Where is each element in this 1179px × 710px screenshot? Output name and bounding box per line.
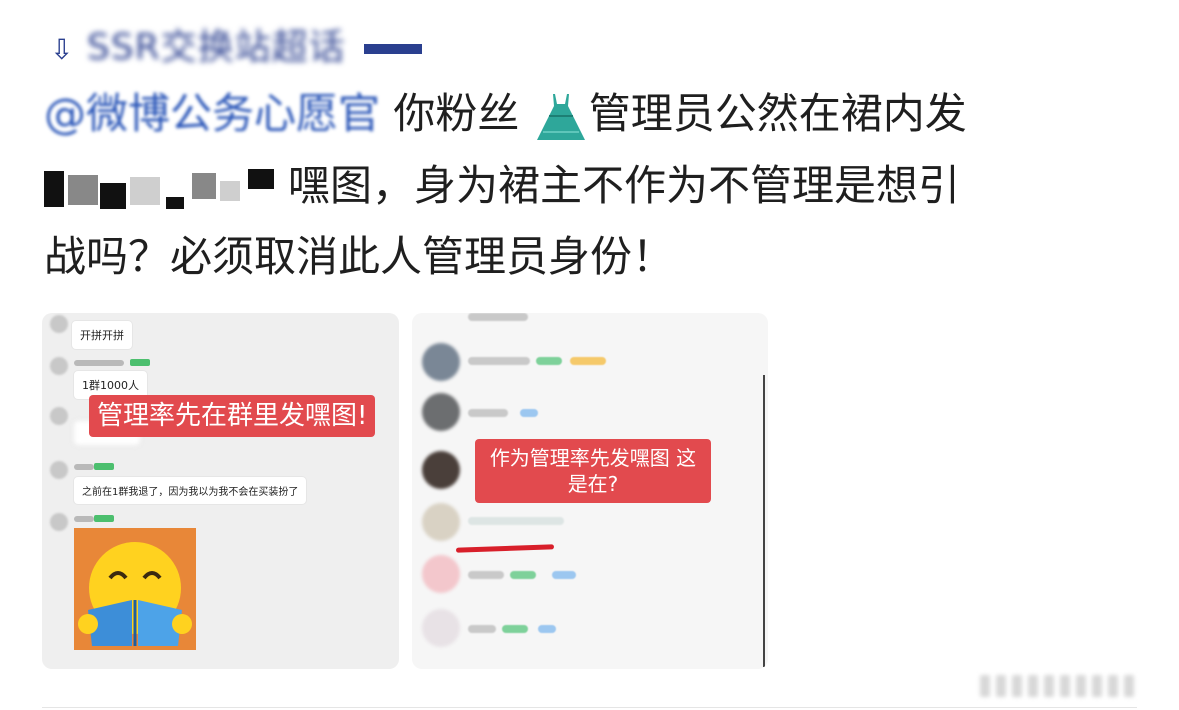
weibo-post: ⇩ SSR交换站超话 @微博公务心愿官 你粉丝 管理员公然在裙内发 嘿图，身为裙… (0, 0, 1179, 710)
watermark (980, 675, 1160, 699)
post-text-line-2: 嘿图，身为裙主不作为不管理是想引 (44, 158, 960, 214)
avatar (50, 357, 68, 375)
avatar (422, 609, 460, 647)
member-tag (536, 357, 562, 365)
avatar (422, 451, 460, 489)
chat-message: 开拼开拼 (72, 321, 132, 349)
mention-link[interactable]: @微博公务心愿官 (44, 86, 380, 142)
censored-mosaic (44, 167, 284, 211)
member-name (468, 357, 530, 365)
member-tag (552, 571, 576, 579)
member-name (468, 571, 504, 579)
avatar (50, 407, 68, 425)
badge (130, 359, 150, 366)
member-name (468, 625, 496, 633)
member-tag (520, 409, 538, 417)
post-text-segment: 你粉丝 (380, 89, 520, 138)
highlight-label: 作为管理率先发嘿图 这是在? (475, 439, 711, 503)
member-tag (538, 625, 556, 633)
avatar (422, 393, 460, 431)
topic-link[interactable]: ⇩ SSR交换站超话 (50, 18, 423, 70)
post-text-segment: 嘿图，身为裙主不作为不管理是想引 (288, 161, 961, 210)
red-underline (455, 544, 555, 553)
sender-name (74, 464, 94, 470)
divider (42, 707, 1137, 708)
sender-name (74, 360, 124, 366)
attached-image-2[interactable]: 作为管理率先发嘿图 这是在? (412, 313, 768, 669)
avatar (422, 343, 460, 381)
avatar (422, 503, 460, 541)
scrollbar[interactable] (763, 375, 765, 667)
member-tag (502, 625, 528, 633)
post-text-line-1: @微博公务心愿官 你粉丝 管理员公然在裙内发 (44, 86, 967, 142)
dress-emoji-icon (536, 93, 585, 140)
chat-message: 之前在1群我退了，因为我以为我不会在买装扮了 (74, 477, 307, 504)
badge (94, 463, 114, 470)
attached-image-1[interactable]: 开拼开拼 1群1000人 管理率先在群里发嘿图! 之前在1群我退了，因为我以为我… (42, 313, 399, 669)
avatar (422, 555, 460, 593)
member-name (468, 409, 508, 417)
topic-name: SSR交换站超话 (86, 27, 346, 68)
down-arrow-icon: ⇩ (50, 33, 75, 66)
member-name (468, 517, 564, 525)
sender-name (74, 516, 94, 522)
post-text-line-3: 战吗？必须取消此人管理员身份！ (44, 232, 675, 281)
avatar (50, 461, 68, 479)
highlight-label: 管理率先在群里发嘿图! (89, 395, 376, 437)
avatar (50, 315, 68, 333)
topic-mask (364, 44, 423, 54)
reading-smiley-sticker-icon (74, 528, 196, 650)
member-tag (510, 571, 536, 579)
member-tag (570, 357, 606, 365)
member-name (468, 313, 528, 321)
avatar (50, 513, 68, 531)
post-text-segment: 管理员公然在裙内发 (588, 89, 967, 138)
badge (94, 515, 114, 522)
